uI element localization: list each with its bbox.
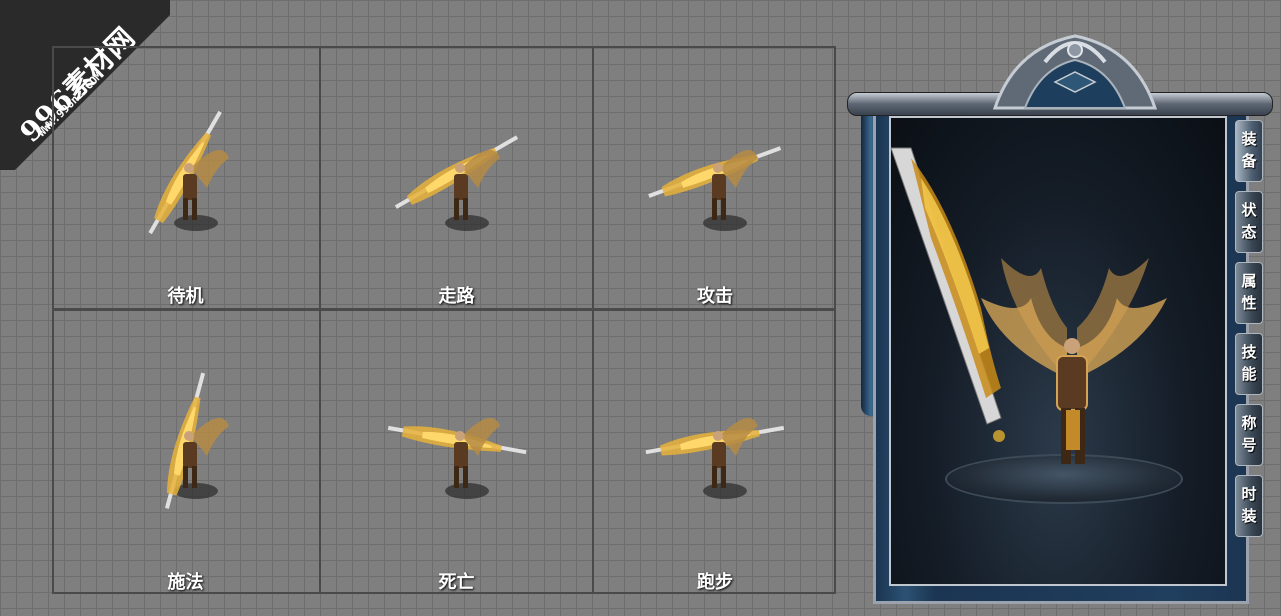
- tab-char: 能: [1241, 365, 1257, 383]
- tab-equipment[interactable]: 装备: [1235, 120, 1263, 182]
- animation-label: 待机: [167, 286, 204, 307]
- tab-char: 状: [1241, 201, 1257, 220]
- tab-status[interactable]: 状态: [1235, 191, 1263, 253]
- tab-attributes[interactable]: 属性: [1235, 262, 1263, 324]
- tab-char: 性: [1241, 294, 1257, 312]
- crest-ornament: [992, 34, 1158, 110]
- animation-label: 死亡: [438, 572, 475, 593]
- tab-titles[interactable]: 称号: [1235, 404, 1263, 466]
- animation-label: 施法: [167, 572, 204, 593]
- tab-char: 号: [1241, 436, 1257, 454]
- animation-cell: 待机: [52, 48, 319, 308]
- tab-char: 时: [1241, 485, 1257, 504]
- character-preview: [889, 116, 1227, 586]
- tab-fashion[interactable]: 时装: [1235, 475, 1263, 537]
- animation-cell: 跑步: [594, 311, 836, 594]
- idle-sprite: [147, 110, 229, 235]
- tab-char: 装: [1241, 507, 1257, 525]
- tab-char: 技: [1241, 343, 1257, 362]
- tab-char: 备: [1241, 152, 1257, 170]
- tab-char: 态: [1241, 223, 1257, 241]
- death-sprite: [387, 418, 526, 499]
- animation-cell: 走路: [321, 48, 592, 308]
- walk-sprite: [394, 135, 518, 231]
- animation-cell: 死亡: [321, 311, 592, 594]
- character-panel: 装备状态属性技能称号时装: [845, 28, 1273, 608]
- tab-char: 称: [1241, 414, 1257, 433]
- character-model: [891, 147, 1167, 464]
- attack-sprite: [648, 146, 782, 231]
- cast-sprite: [164, 372, 229, 509]
- panel-tabs: 装备状态属性技能称号时装: [1235, 120, 1265, 546]
- tab-char: 属: [1241, 272, 1257, 291]
- tab-skills[interactable]: 技能: [1235, 333, 1263, 395]
- animation-label: 跑步: [697, 572, 733, 593]
- animation-cell: 施法: [52, 311, 319, 594]
- run-sprite: [645, 418, 785, 499]
- animation-cell: 攻击: [594, 48, 836, 308]
- tab-char: 装: [1241, 130, 1257, 149]
- animation-label: 走路: [438, 286, 475, 307]
- animation-label: 攻击: [697, 286, 733, 307]
